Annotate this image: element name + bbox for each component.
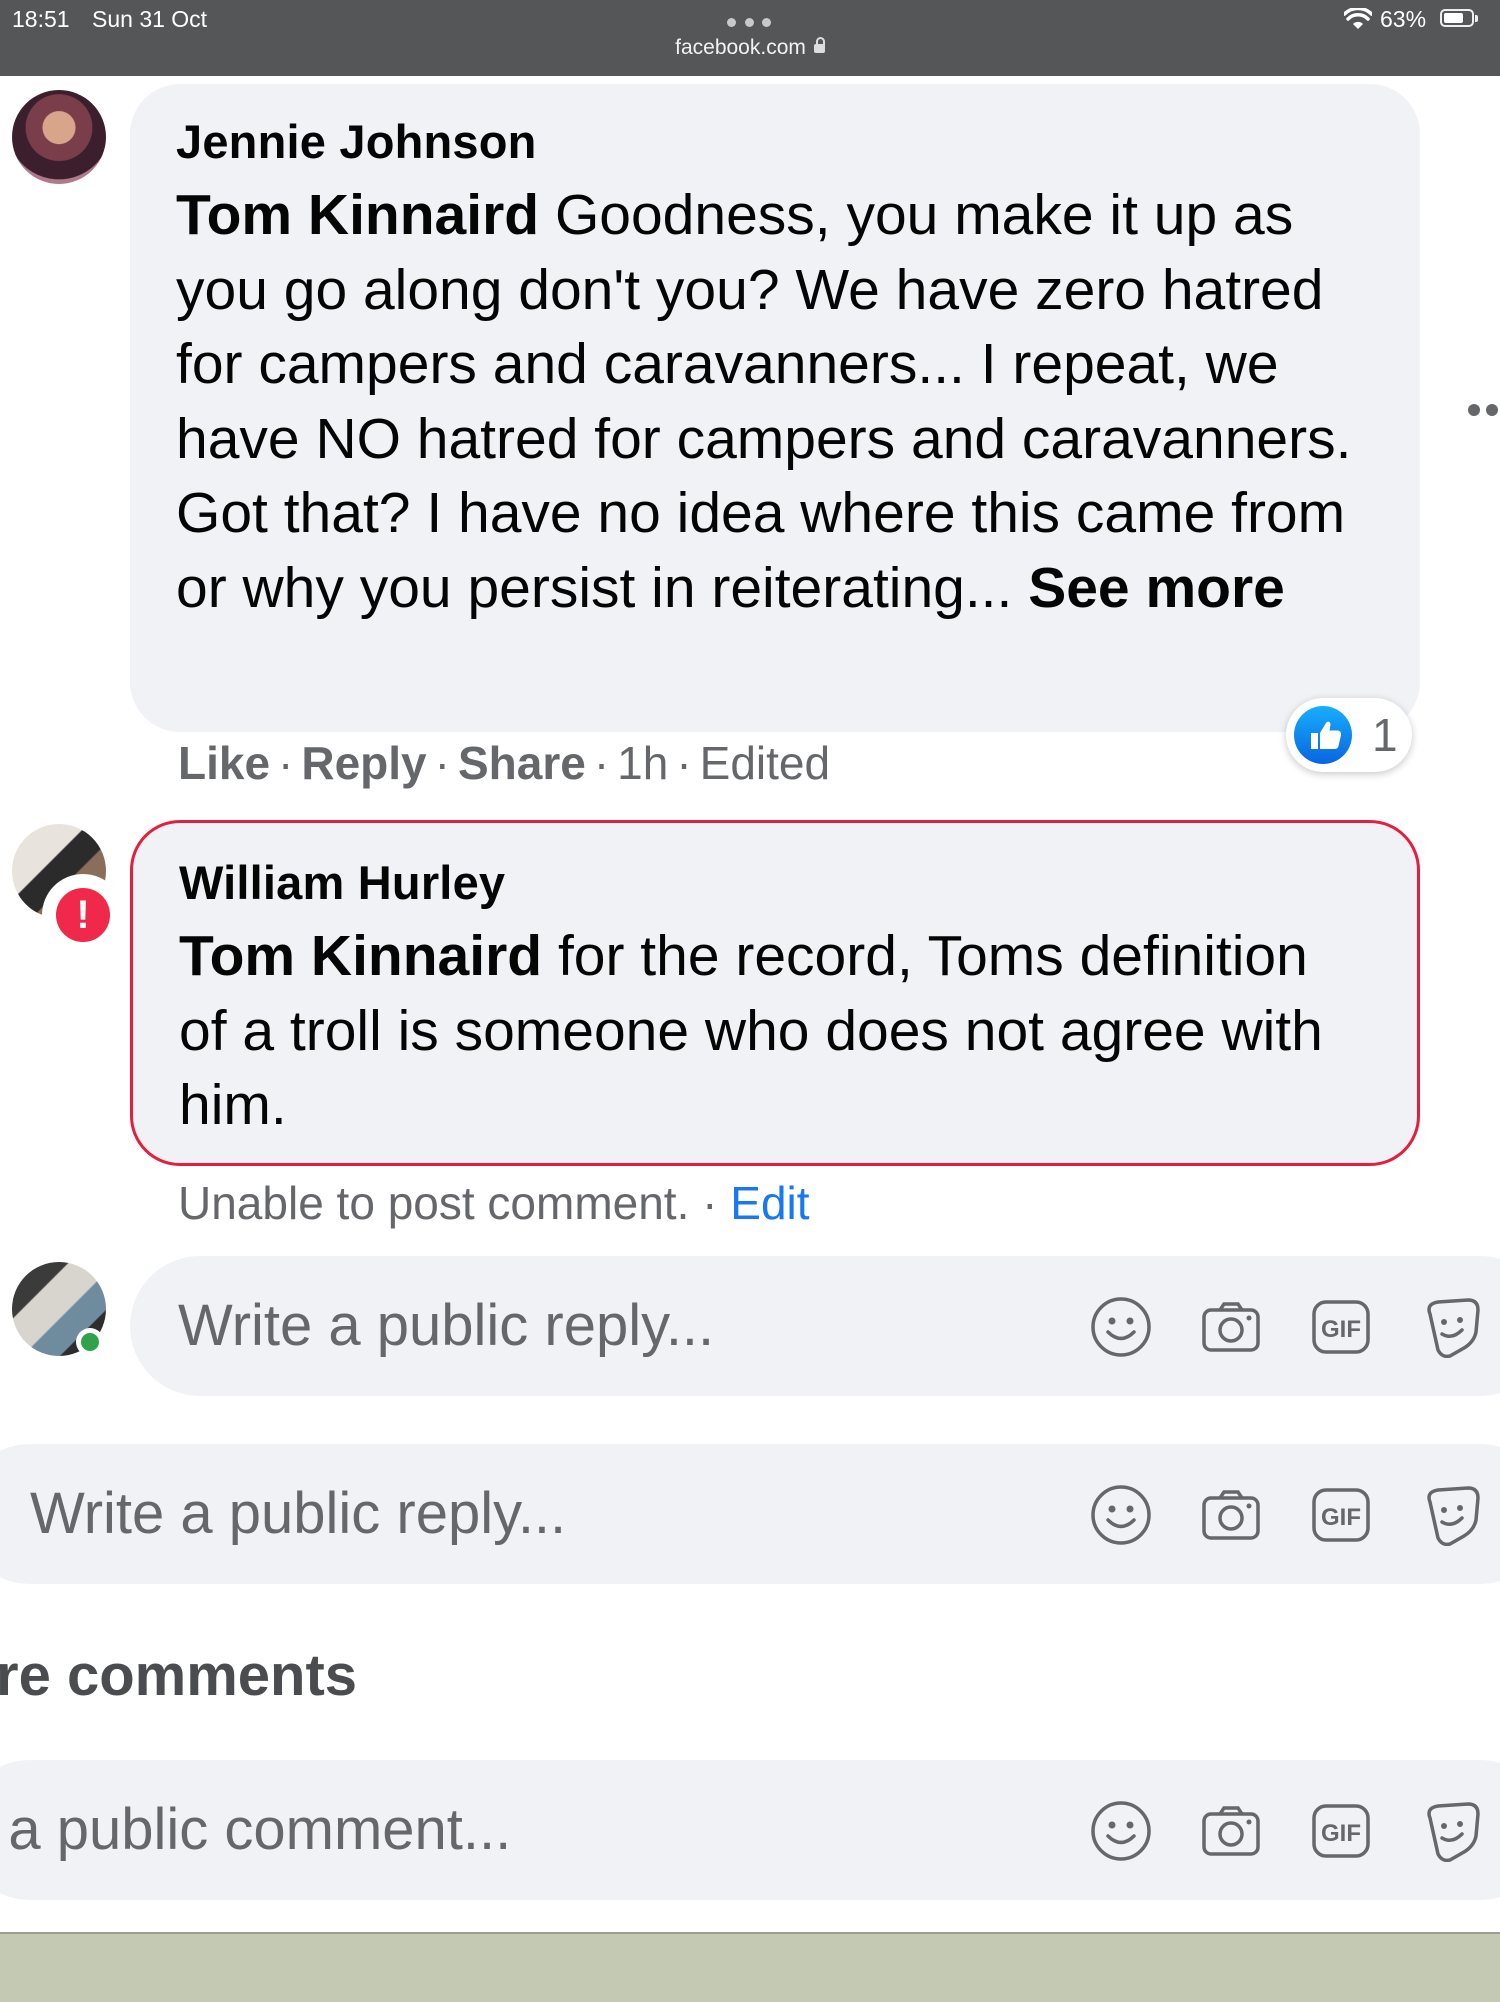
online-status-icon <box>76 1328 104 1356</box>
like-button[interactable]: Like <box>178 737 270 789</box>
more-comments-link[interactable]: re comments <box>0 1642 357 1709</box>
comment-placeholder: e a public comment... <box>0 1797 512 1862</box>
gif-icon[interactable]: GIF <box>1310 1800 1372 1862</box>
camera-icon[interactable] <box>1200 1484 1262 1546</box>
comment-text: Tom Kinnaird Goodness, you make it up as… <box>176 178 1374 625</box>
reaction-count: 1 <box>1372 709 1398 761</box>
bottom-toolbar-strip <box>0 1932 1500 2002</box>
mention-link[interactable]: Tom Kinnaird <box>179 924 542 988</box>
svg-text:GIF: GIF <box>1321 1820 1361 1847</box>
camera-icon[interactable] <box>1200 1296 1262 1358</box>
comment-body: Goodness, you make it up as you go along… <box>176 183 1352 620</box>
comment-bubble: Jennie Johnson Tom Kinnaird Goodness, yo… <box>130 84 1420 732</box>
alert-icon: ! <box>56 888 110 942</box>
error-row: Unable to post comment. · Edit <box>178 1177 810 1229</box>
edit-link[interactable]: Edit <box>730 1177 809 1229</box>
reply-placeholder: Write a public reply... <box>30 1481 567 1546</box>
reply-input[interactable]: Write a public reply... GIF <box>130 1256 1500 1396</box>
status-date: Sun 31 Oct <box>92 6 208 32</box>
sticker-icon[interactable] <box>1420 1484 1482 1546</box>
emoji-icon[interactable] <box>1090 1296 1152 1358</box>
reply-placeholder: Write a public reply... <box>178 1293 715 1358</box>
battery-percent: 63% <box>1380 6 1427 32</box>
see-more-link[interactable]: See more <box>1028 556 1285 620</box>
lock-icon <box>813 37 825 53</box>
wifi-icon <box>1344 8 1372 29</box>
share-button[interactable]: Share <box>458 737 586 789</box>
edited-label[interactable]: Edited <box>700 737 830 789</box>
comment-author[interactable]: Jennie Johnson <box>176 112 1374 172</box>
tab-overview-dots-icon[interactable] <box>727 18 771 28</box>
status-bar: 18:51 Sun 31 Oct facebook.com 63% <box>0 0 1500 76</box>
svg-text:GIF: GIF <box>1321 1316 1361 1343</box>
comment-actions: Like · Reply · Share · 1h · Edited <box>178 737 831 789</box>
error-badge: ! <box>42 874 124 956</box>
camera-icon[interactable] <box>1200 1800 1262 1862</box>
battery-icon <box>1440 9 1478 27</box>
address-bar[interactable]: facebook.com <box>0 36 1500 60</box>
sticker-icon[interactable] <box>1420 1296 1482 1358</box>
gif-icon[interactable]: GIF <box>1310 1484 1372 1546</box>
url-text: facebook.com <box>675 36 806 59</box>
comment-bubble-error[interactable]: William Hurley Tom Kinnaird for the reco… <box>130 820 1420 1166</box>
gif-icon[interactable]: GIF <box>1310 1296 1372 1358</box>
mention-link[interactable]: Tom Kinnaird <box>176 183 539 247</box>
status-time: 18:51 <box>12 6 70 32</box>
like-reaction-icon <box>1294 706 1352 764</box>
reply-input[interactable]: Write a public reply... GIF <box>0 1444 1500 1584</box>
comment-timestamp[interactable]: 1h <box>617 737 668 789</box>
reply-button[interactable]: Reply <box>301 737 426 789</box>
reaction-summary[interactable]: 1 <box>1286 698 1412 772</box>
emoji-icon[interactable] <box>1090 1800 1152 1862</box>
comment-text: Tom Kinnaird for the record, Toms defini… <box>179 919 1371 1143</box>
comment-author[interactable]: William Hurley <box>179 853 1371 913</box>
svg-text:GIF: GIF <box>1321 1504 1361 1531</box>
emoji-icon[interactable] <box>1090 1484 1152 1546</box>
sticker-icon[interactable] <box>1420 1800 1482 1862</box>
comment-input[interactable]: e a public comment... GIF <box>0 1760 1500 1900</box>
avatar[interactable] <box>12 90 106 184</box>
more-options-icon[interactable] <box>1468 404 1498 416</box>
error-message: Unable to post comment. <box>178 1177 690 1229</box>
